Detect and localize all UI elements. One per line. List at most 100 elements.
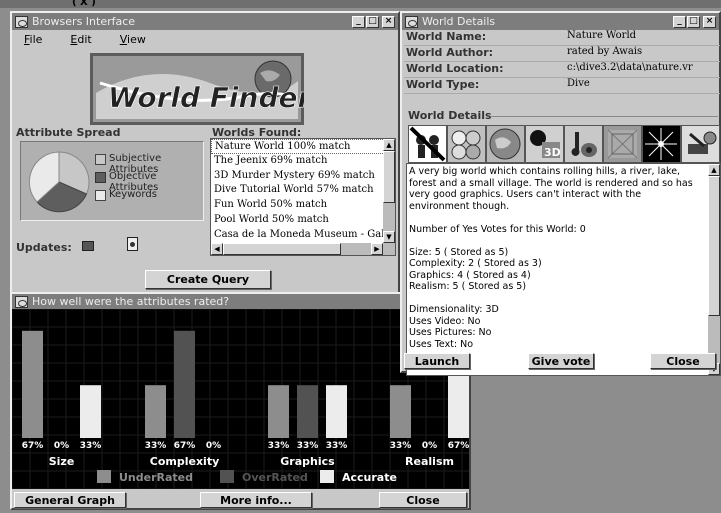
- menu-file[interactable]: File: [24, 33, 42, 46]
- scroll-up-icon[interactable]: ▲: [383, 139, 395, 151]
- world-details-window: World Details _ □ × World Name: Nature W…: [400, 11, 721, 376]
- browser-titlebar[interactable]: Browsers Interface _ □ ×: [12, 13, 398, 30]
- attribute-spread-label: Attribute Spread: [16, 126, 121, 139]
- scroll-left-icon[interactable]: ◀: [211, 243, 223, 255]
- maximize-button[interactable]: □: [687, 15, 700, 28]
- category-label-realism: Realism: [405, 455, 454, 468]
- bar-value-label: 67%: [174, 441, 196, 451]
- desktop-fragment: ( X ): [72, 0, 96, 8]
- legend-label-overrated: OverRated: [242, 471, 308, 484]
- legend-swatch-overrated: [220, 470, 234, 483]
- world-description-text[interactable]: A very big world which contains rolling …: [406, 163, 721, 376]
- legend-label-accurate: Accurate: [342, 471, 397, 484]
- world-fields: World Name: Nature World World Author: r…: [404, 30, 720, 98]
- legend-swatch-accurate: [320, 470, 334, 483]
- minimize-button[interactable]: _: [352, 15, 365, 28]
- bar-graphics-accurate: [326, 385, 347, 438]
- property-pictures: Uses Pictures: No: [409, 327, 492, 338]
- bar-value-label: 67%: [22, 441, 44, 451]
- property-dimensionality: Dimensionality: 3D: [409, 304, 499, 315]
- property-text: Uses Text: No: [409, 338, 474, 350]
- create-query-button[interactable]: Create Query: [145, 270, 271, 289]
- general-graph-button[interactable]: General Graph: [14, 492, 126, 508]
- bar-complexity-overrated: [174, 330, 195, 438]
- bar-value-label: 0%: [422, 441, 437, 451]
- scroll-right-icon[interactable]: ▶: [371, 243, 383, 255]
- category-label-size: Size: [49, 455, 75, 468]
- legend-swatch-subjective: [95, 154, 106, 165]
- starburst-icon[interactable]: [642, 125, 681, 163]
- bar-graphics-overrated: [297, 385, 318, 438]
- folder-icon[interactable]: [82, 241, 94, 251]
- list-item[interactable]: Casa de la Moneda Museum - Gallery 49% m…: [211, 228, 395, 243]
- rating-size: Size: 5 ( Stored as 5): [409, 246, 509, 258]
- bar-value-label: 33%: [297, 441, 319, 451]
- desktop-strip: ( X ): [0, 0, 721, 8]
- list-item[interactable]: Pool World 50% match: [211, 213, 395, 228]
- list-item[interactable]: 3D Murder Mystery 69% match: [211, 169, 395, 184]
- list-item[interactable]: The Jeenix 69% match: [211, 154, 395, 169]
- graph-close-button[interactable]: Close: [379, 492, 467, 508]
- world-author-value: rated by Awais: [567, 46, 643, 57]
- details-close-button[interactable]: Close: [650, 353, 716, 369]
- rating-complexity: Complexity: 2 ( Stored as 3): [409, 258, 542, 269]
- bar-value-label: 0%: [206, 441, 221, 451]
- globe-icon[interactable]: [486, 125, 525, 163]
- section-rule: [490, 116, 718, 117]
- 3d-icon[interactable]: 3D: [525, 125, 564, 163]
- launch-button[interactable]: Launch: [404, 353, 470, 369]
- window-menu-icon[interactable]: [15, 295, 28, 308]
- logo-text: World Finder: [108, 81, 304, 114]
- window-menu-icon[interactable]: [15, 15, 28, 28]
- give-vote-button[interactable]: Give vote: [528, 353, 594, 369]
- scroll-up-icon[interactable]: ▲: [708, 164, 720, 176]
- bar-value-label: 33%: [326, 441, 348, 451]
- world-finder-logo: World Finder: [90, 53, 314, 125]
- bar-realism-underrated: [390, 385, 411, 438]
- category-label-complexity: Complexity: [150, 455, 220, 468]
- document-icon[interactable]: [127, 237, 138, 251]
- legend-swatch-keywords: [95, 190, 106, 201]
- menu-view[interactable]: View: [120, 33, 146, 46]
- bar-size-accurate: [80, 385, 101, 438]
- votes-text: Number of Yes Votes for this World: 0: [409, 223, 586, 235]
- scroll-thumb-horizontal[interactable]: [223, 243, 341, 255]
- property-video: Uses Video: No: [409, 315, 481, 327]
- more-info-button[interactable]: More info...: [200, 492, 312, 508]
- maximize-button[interactable]: □: [366, 15, 379, 28]
- world-details-section-label: World Details: [408, 109, 495, 122]
- legend-swatch-objective: [95, 172, 106, 183]
- description-scrollbar[interactable]: ▲ ▼: [708, 164, 720, 375]
- texture-icon[interactable]: [603, 125, 642, 163]
- bar-graphics-underrated: [268, 385, 289, 438]
- list-item[interactable]: Dive Tutorial World 57% match: [211, 183, 395, 198]
- faces-icon[interactable]: [447, 125, 486, 163]
- svg-text:3D: 3D: [544, 146, 561, 159]
- tools-icon[interactable]: [681, 125, 720, 163]
- window-menu-icon[interactable]: [405, 15, 418, 28]
- world-type-value: Dive: [567, 78, 590, 89]
- world-location-value: c:\dive3.2\data\nature.vr: [567, 62, 693, 73]
- worlds-vertical-scrollbar[interactable]: ▲ ▼: [383, 139, 395, 243]
- minimize-button[interactable]: _: [673, 15, 686, 28]
- legend-swatch-underrated: [97, 470, 111, 483]
- menu-edit[interactable]: Edit: [70, 33, 91, 46]
- field-world-name: World Name: Nature World: [404, 30, 720, 46]
- list-item[interactable]: Fun World 50% match: [211, 198, 395, 213]
- details-titlebar[interactable]: World Details _ □ ×: [402, 13, 719, 30]
- scroll-thumb[interactable]: [708, 176, 720, 316]
- rating-realism: Realism: 5 ( Stored as 5): [409, 281, 527, 292]
- close-icon[interactable]: ×: [382, 15, 395, 28]
- no-people-icon[interactable]: [408, 125, 447, 163]
- worlds-horizontal-scrollbar[interactable]: ◀ ▶: [211, 243, 395, 255]
- audio-icon[interactable]: [564, 125, 603, 163]
- scroll-thumb[interactable]: [383, 151, 395, 203]
- bar-value-label: 33%: [145, 441, 167, 451]
- list-item[interactable]: Nature World 100% match: [211, 139, 395, 154]
- legend-keywords-label: Keywords: [109, 189, 157, 200]
- worlds-list[interactable]: Nature World 100% match The Jeenix 69% m…: [210, 138, 396, 256]
- close-icon[interactable]: ×: [703, 15, 716, 28]
- updates-label: Updates:: [16, 241, 72, 254]
- rating-graphics: Graphics: 4 ( Stored as 4): [409, 269, 531, 281]
- scroll-down-icon[interactable]: ▼: [383, 231, 395, 243]
